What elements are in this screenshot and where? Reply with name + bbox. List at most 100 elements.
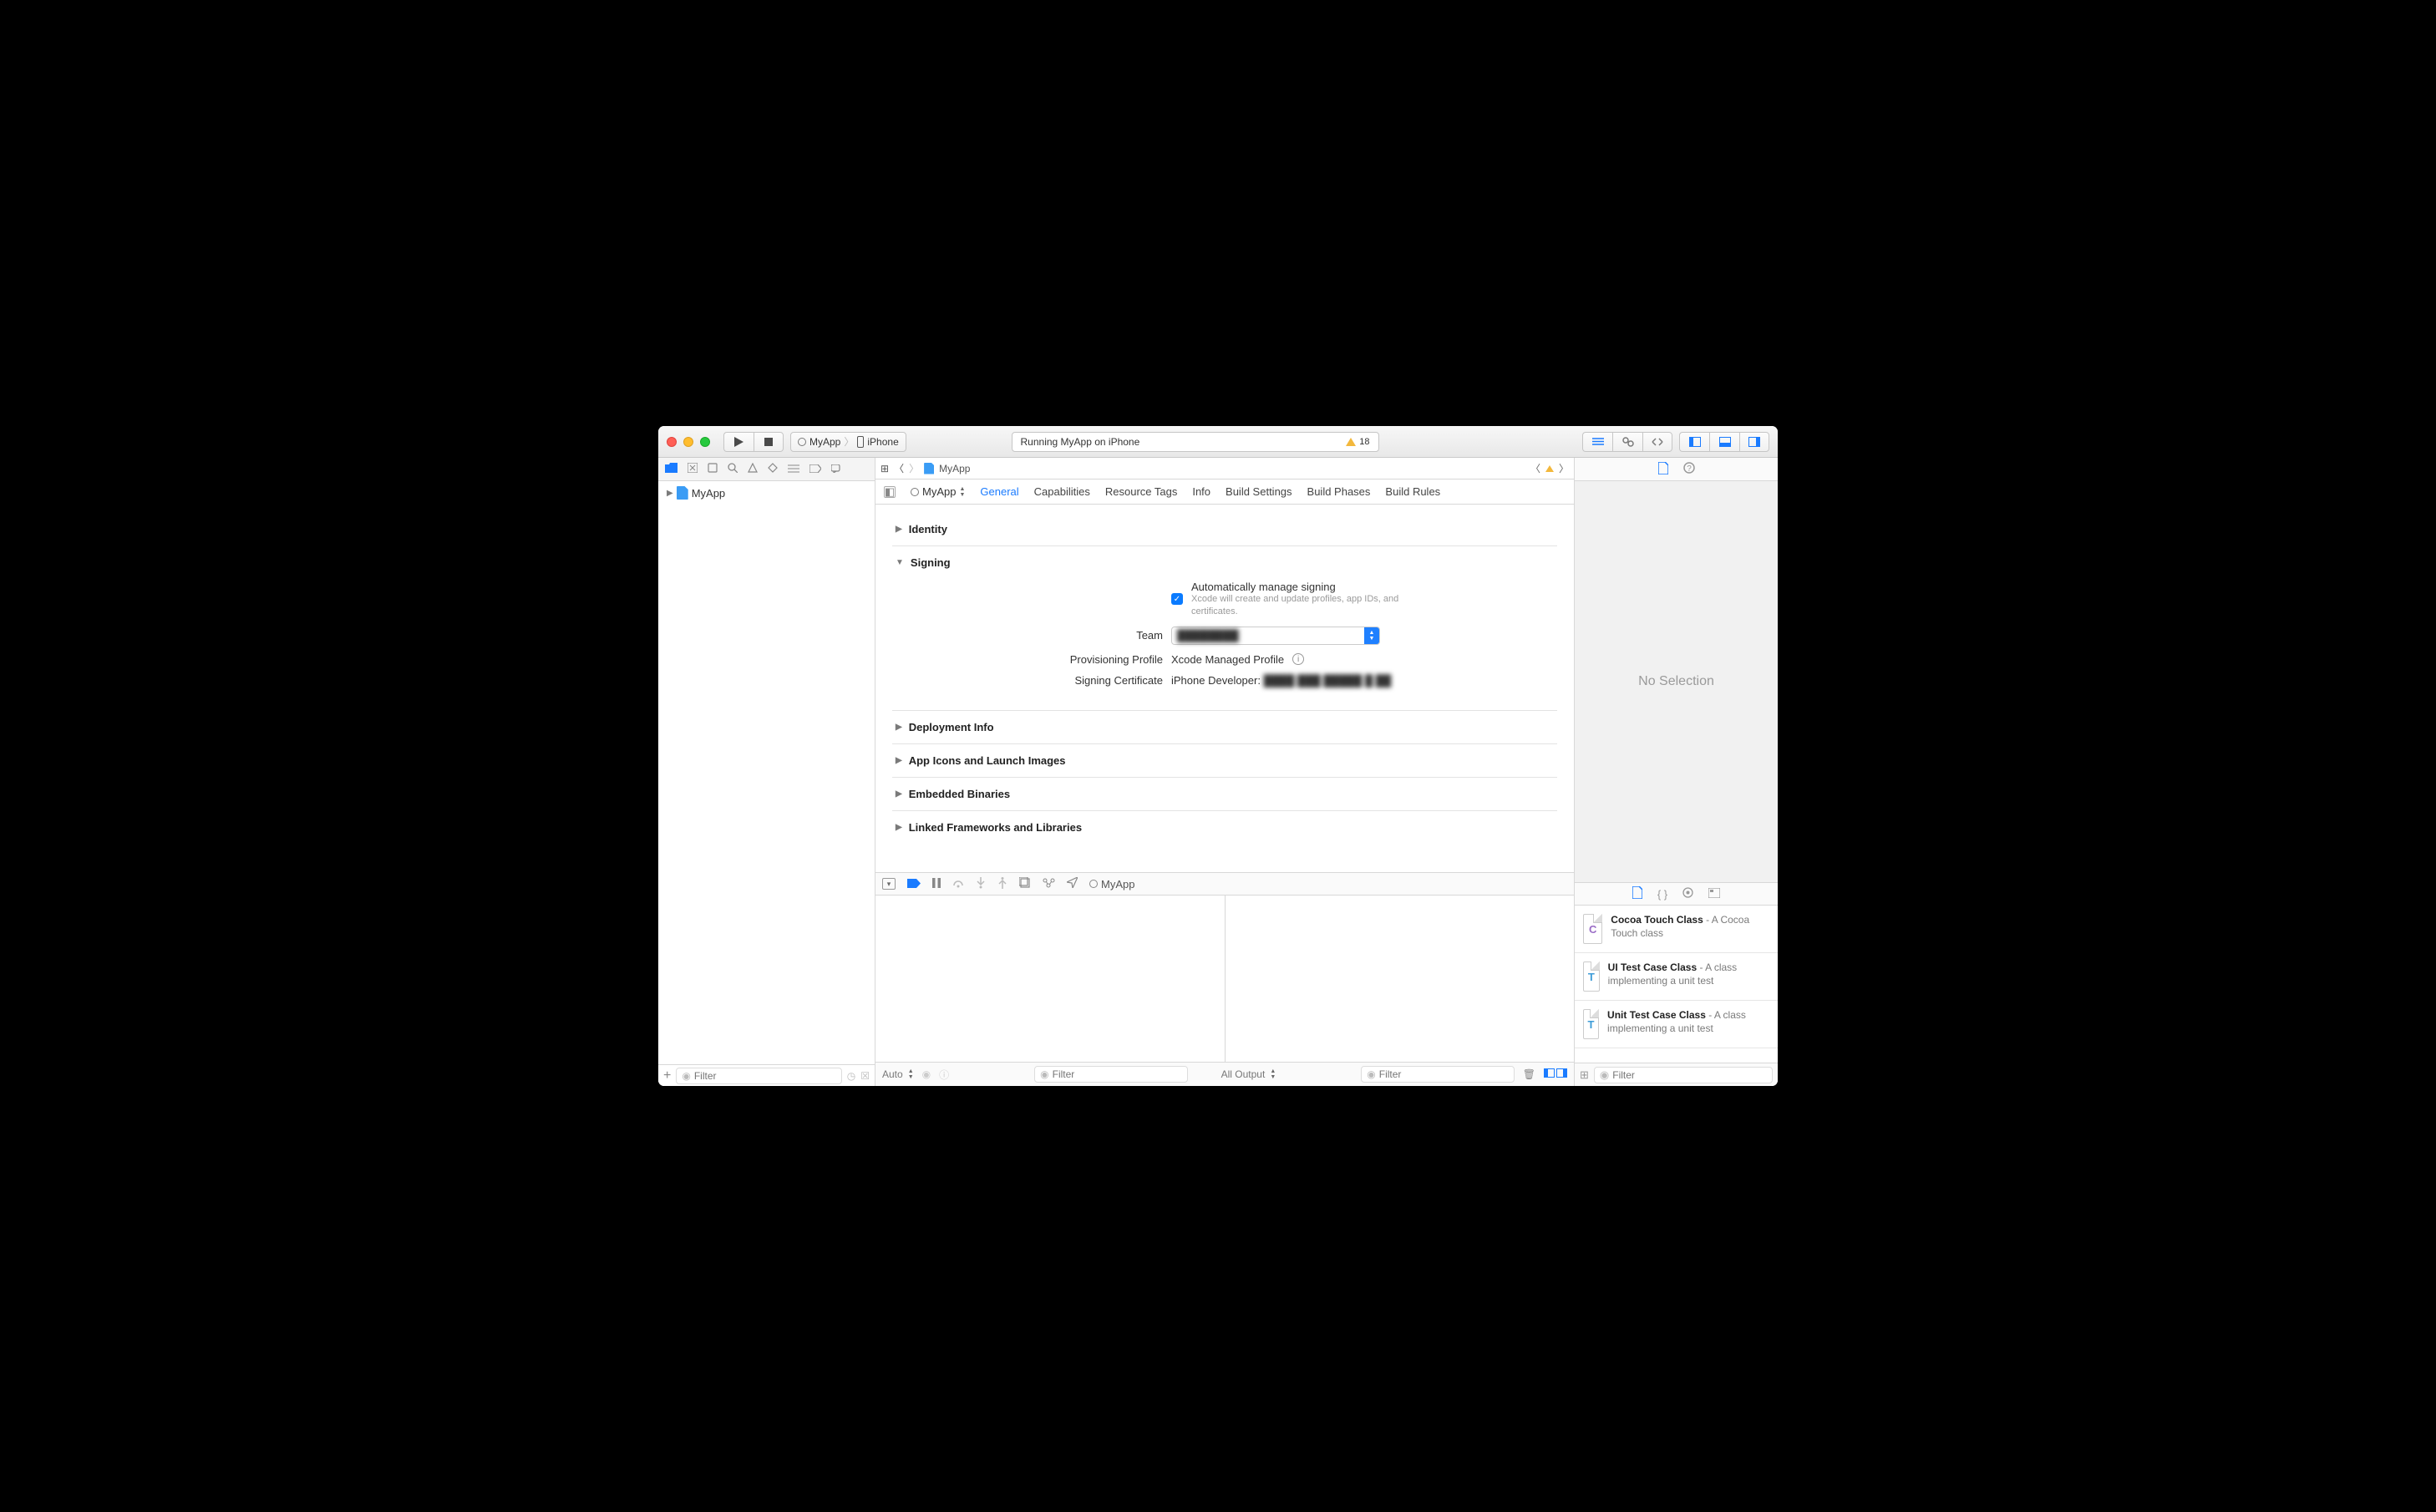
variables-scope-selector[interactable]: Auto ▲▼ [882, 1068, 914, 1080]
section-linked: ▶ Linked Frameworks and Libraries [892, 811, 1557, 844]
print-description-icon[interactable]: ⓘ [939, 1068, 949, 1082]
zoom-window-button[interactable] [700, 437, 710, 447]
add-button[interactable]: + [663, 1068, 671, 1083]
tab-build-settings[interactable]: Build Settings [1226, 485, 1292, 498]
pause-icon[interactable] [932, 878, 941, 890]
scm-filter-icon[interactable]: ☒ [860, 1070, 870, 1082]
auto-signing-checkbox[interactable]: ✓ [1171, 593, 1183, 605]
jump-forward-icon[interactable]: 〉 [909, 461, 919, 475]
editor: ⊞ 〈 〉 MyApp 〈 〉 ◧ MyApp ▲▼ General Capab… [875, 458, 1574, 1086]
cert-row: Signing Certificate iPhone Developer: ██… [1038, 674, 1554, 687]
tab-build-phases[interactable]: Build Phases [1307, 485, 1371, 498]
run-button[interactable] [723, 432, 754, 452]
template-icon: T [1583, 961, 1600, 992]
xcode-window: MyApp 〉 iPhone Running MyApp on iPhone 1… [658, 426, 1778, 1086]
library-view-mode-icon[interactable]: ⊞ [1580, 1068, 1589, 1082]
navigator-filter-input[interactable] [694, 1070, 836, 1082]
minimize-window-button[interactable] [683, 437, 693, 447]
project-navigator-icon[interactable] [665, 463, 678, 475]
section-deployment-header[interactable]: ▶ Deployment Info [896, 721, 1554, 733]
test-navigator-icon[interactable] [768, 463, 778, 475]
issue-navigator-icon[interactable] [748, 463, 758, 475]
console-output-selector[interactable]: All Output ▲▼ [1221, 1068, 1276, 1080]
section-appicons-header[interactable]: ▶ App Icons and Launch Images [896, 754, 1554, 767]
section-linked-header[interactable]: ▶ Linked Frameworks and Libraries [896, 821, 1554, 834]
show-variables-pane-icon[interactable] [1544, 1068, 1555, 1080]
tab-capabilities[interactable]: Capabilities [1034, 485, 1090, 498]
quicklook-icon[interactable]: ◉ [922, 1068, 931, 1080]
toggle-targets-list-icon[interactable]: ◧ [884, 486, 896, 498]
code-snippet-library-icon[interactable]: { } [1657, 888, 1667, 901]
standard-editor-button[interactable] [1582, 432, 1612, 452]
project-root-row[interactable]: ▶ MyApp [663, 485, 870, 501]
assistant-editor-button[interactable] [1612, 432, 1642, 452]
toggle-debug-area-button[interactable] [1709, 432, 1739, 452]
disclosure-triangle-icon[interactable]: ▶ [667, 489, 673, 498]
main-area: ▶ MyApp + ◉ ◷ ☒ ⊞ 〈 〉 [658, 458, 1778, 1086]
view-debug-icon[interactable] [1019, 877, 1031, 891]
library-item[interactable]: CCocoa Touch Class - A Cocoa Touch class [1575, 906, 1778, 953]
recent-filter-icon[interactable]: ◷ [847, 1070, 855, 1082]
updown-icon: ▲▼ [908, 1068, 914, 1080]
show-console-pane-icon[interactable] [1556, 1068, 1567, 1080]
warning-badge[interactable]: 18 [1346, 437, 1369, 447]
info-icon[interactable]: i [1292, 653, 1304, 665]
breakpoints-toggle-icon[interactable] [907, 878, 921, 890]
version-editor-button[interactable] [1642, 432, 1672, 452]
related-items-icon[interactable]: ⊞ [881, 463, 889, 474]
variables-filter-input[interactable] [1053, 1068, 1182, 1080]
console-filter-input[interactable] [1379, 1068, 1509, 1080]
breakpoint-navigator-icon[interactable] [809, 464, 821, 475]
location-icon[interactable] [1067, 877, 1078, 890]
library-filter-input[interactable] [1612, 1069, 1767, 1081]
find-navigator-icon[interactable] [728, 463, 738, 475]
console-filter[interactable]: ◉ [1361, 1066, 1514, 1083]
console-view[interactable] [1226, 896, 1575, 1062]
step-over-icon[interactable] [952, 877, 964, 891]
disclosure-triangle-icon: ▶ [896, 723, 902, 732]
source-control-navigator-icon[interactable] [688, 463, 698, 475]
template-icon: C [1583, 914, 1602, 944]
quick-help-inspector-icon[interactable]: ? [1683, 462, 1695, 476]
step-out-icon[interactable] [997, 877, 1007, 891]
stop-button[interactable] [754, 432, 784, 452]
target-selector[interactable]: MyApp ▲▼ [911, 485, 965, 498]
toggle-inspector-button[interactable] [1739, 432, 1769, 452]
jump-bar-item[interactable]: MyApp [939, 463, 970, 474]
library-item[interactable]: TUI Test Case Class - A class implementi… [1575, 953, 1778, 1001]
activity-viewer[interactable]: Running MyApp on iPhone 18 [1012, 432, 1379, 452]
file-template-library-icon[interactable] [1632, 886, 1642, 901]
xcodeproj-icon [924, 463, 934, 474]
report-navigator-icon[interactable] [831, 464, 842, 475]
symbol-navigator-icon[interactable] [708, 463, 718, 475]
tab-general[interactable]: General [980, 485, 1018, 498]
debug-process-selector[interactable]: MyApp [1089, 878, 1134, 890]
object-library-icon[interactable] [1682, 887, 1693, 901]
clear-console-icon[interactable]: 🗑 [1523, 1068, 1535, 1080]
media-library-icon[interactable] [1708, 888, 1720, 901]
memory-graph-icon[interactable] [1043, 878, 1055, 890]
previous-issue-icon[interactable]: 〈 [1530, 461, 1540, 475]
tab-build-rules[interactable]: Build Rules [1385, 485, 1440, 498]
tab-info[interactable]: Info [1192, 485, 1210, 498]
next-issue-icon[interactable]: 〉 [1559, 461, 1569, 475]
library-filter[interactable]: ◉ [1594, 1067, 1773, 1083]
toggle-navigator-button[interactable] [1679, 432, 1709, 452]
step-into-icon[interactable] [976, 877, 986, 891]
debug-navigator-icon[interactable] [788, 464, 799, 475]
tab-resource-tags[interactable]: Resource Tags [1105, 485, 1177, 498]
library-item[interactable]: TUnit Test Case Class - A class implemen… [1575, 1001, 1778, 1048]
project-root-label: MyApp [692, 487, 725, 500]
section-identity-header[interactable]: ▶ Identity [896, 523, 1554, 535]
section-signing-header[interactable]: ▼ Signing [896, 556, 1554, 569]
variables-view[interactable] [875, 896, 1226, 1062]
navigator-filter[interactable]: ◉ [676, 1068, 841, 1084]
file-inspector-icon[interactable] [1658, 462, 1668, 477]
variables-filter[interactable]: ◉ [1034, 1066, 1187, 1083]
close-window-button[interactable] [667, 437, 677, 447]
hide-debug-area-icon[interactable]: ▾ [882, 878, 896, 890]
scheme-selector[interactable]: MyApp 〉 iPhone [790, 432, 906, 452]
team-popup[interactable]: ████████ ▲▼ [1171, 627, 1380, 645]
section-embedded-header[interactable]: ▶ Embedded Binaries [896, 788, 1554, 800]
jump-back-icon[interactable]: 〈 [894, 461, 904, 475]
